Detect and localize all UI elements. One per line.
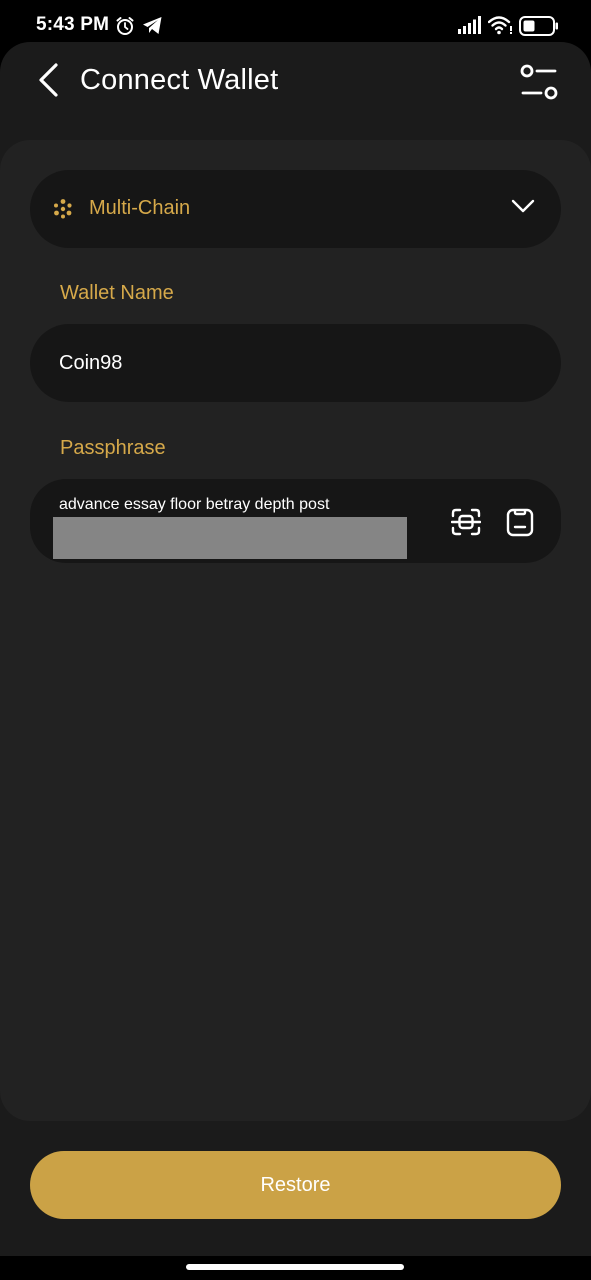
header: Connect Wallet	[0, 42, 591, 122]
paste-button[interactable]	[503, 505, 537, 539]
passphrase-field[interactable]: advance essay floor betray depth post	[30, 479, 561, 563]
settings-sliders-icon	[520, 64, 558, 100]
wallet-name-label: Wallet Name	[60, 282, 174, 304]
wallet-name-field	[30, 324, 561, 402]
telegram-icon	[142, 16, 163, 40]
chain-select-value: Multi-Chain	[89, 197, 191, 219]
clipboard-icon	[506, 508, 534, 537]
chevron-down-icon	[511, 198, 535, 219]
back-button[interactable]	[28, 58, 68, 102]
multi-chain-dots-icon	[52, 198, 74, 225]
home-indicator	[186, 1264, 404, 1270]
screen: 5:43 PM Connect Wallet Multi-Chain Walle…	[0, 0, 591, 1280]
content-card: Multi-Chain Wallet Name Passphrase advan…	[0, 140, 591, 1121]
redacted-passphrase-block	[53, 517, 407, 559]
chevron-left-icon	[39, 63, 58, 97]
status-time: 5:43 PM	[36, 14, 110, 35]
scan-icon	[451, 508, 481, 536]
signal-icon	[458, 16, 482, 39]
battery-icon	[519, 16, 559, 41]
passphrase-label: Passphrase	[60, 437, 166, 459]
settings-button[interactable]	[517, 60, 561, 104]
wifi-icon	[487, 15, 514, 40]
scan-qr-button[interactable]	[449, 505, 483, 539]
chain-select[interactable]: Multi-Chain	[30, 170, 561, 248]
passphrase-text: advance essay floor betray depth post	[59, 496, 330, 513]
alarm-icon	[115, 16, 135, 41]
wallet-name-input[interactable]	[59, 324, 529, 402]
page-title: Connect Wallet	[80, 64, 279, 96]
restore-button[interactable]: Restore	[30, 1151, 561, 1219]
